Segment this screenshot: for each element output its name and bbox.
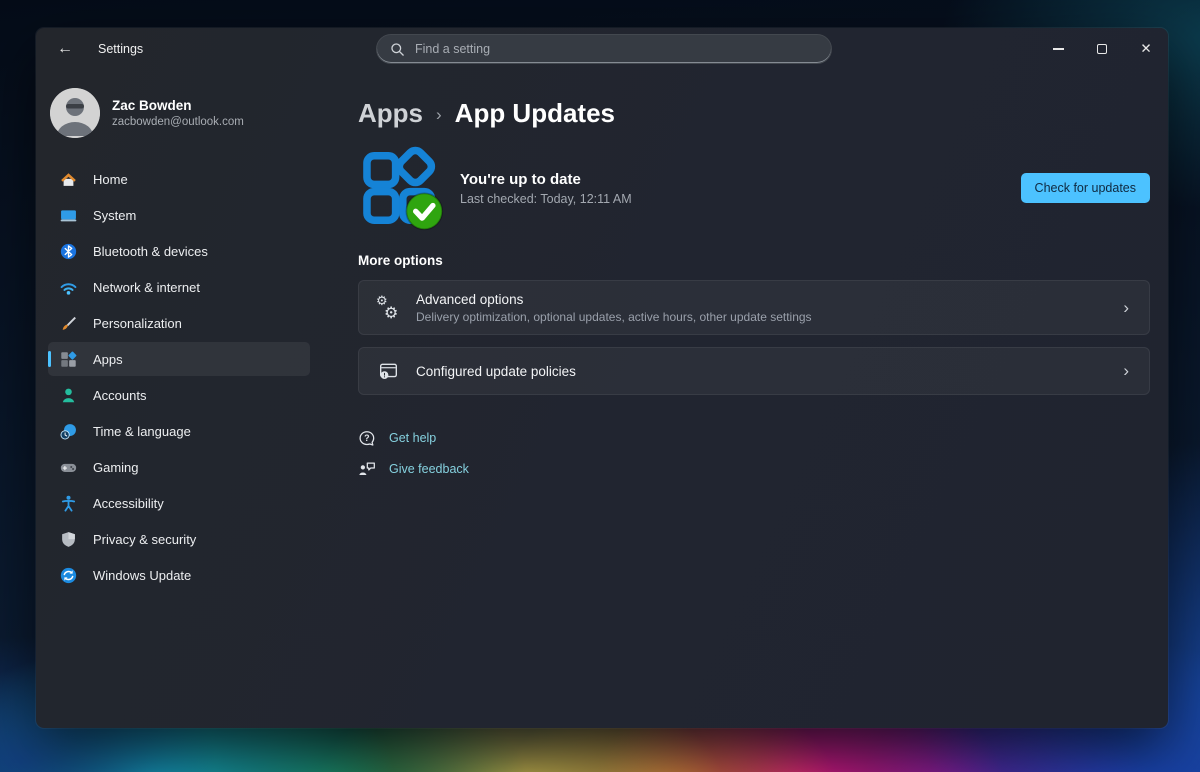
give-feedback-label: Give feedback — [389, 462, 469, 476]
get-help-label: Get help — [389, 431, 437, 445]
selected-accent-bar — [48, 351, 51, 367]
row-title: Configured update policies — [416, 363, 576, 379]
wifi-icon — [60, 282, 77, 295]
sidebar: Zac Bowden zacbowden@outlook.com Home Sy… — [36, 70, 322, 728]
sidebar-item-label: Accounts — [93, 387, 147, 403]
chevron-right-icon: › — [1123, 361, 1129, 380]
minimize-button[interactable] — [1036, 28, 1080, 70]
system-icon — [60, 209, 77, 221]
back-icon: ← — [57, 40, 73, 57]
sidebar-item-accounts[interactable]: Accounts — [48, 378, 310, 412]
shield-icon — [62, 531, 75, 547]
person-icon — [62, 388, 75, 402]
profile-card[interactable]: Zac Bowden zacbowden@outlook.com — [36, 80, 322, 146]
breadcrumb-parent[interactable]: Apps — [358, 98, 423, 129]
profile-name: Zac Bowden — [112, 98, 192, 113]
breadcrumb: Apps › App Updates — [358, 98, 1150, 129]
minimize-icon — [1052, 48, 1064, 50]
search-input[interactable] — [405, 42, 831, 56]
sidebar-item-label: Time & language — [93, 423, 191, 439]
sidebar-item-label: Apps — [93, 351, 123, 367]
gamepad-icon — [60, 463, 77, 472]
sidebar-nav: Home System Bluetooth & devices Network … — [36, 162, 322, 592]
give-feedback-link[interactable]: Give feedback — [358, 460, 469, 478]
sidebar-item-label: System — [93, 207, 137, 223]
sidebar-item-label: Home — [93, 171, 128, 187]
check-for-updates-button[interactable]: Check for updates — [1020, 173, 1150, 203]
row-title: Advanced options — [416, 291, 524, 307]
get-help-link[interactable]: ? Get help — [358, 429, 436, 447]
sidebar-item-windows-update[interactable]: Windows Update — [48, 558, 310, 592]
sidebar-item-label: Network & internet — [93, 279, 200, 295]
sidebar-item-personalization[interactable]: Personalization — [48, 306, 310, 340]
settings-window: ← Settings ✕ — [36, 28, 1168, 728]
feedback-icon — [359, 462, 375, 476]
sidebar-item-privacy-security[interactable]: Privacy & security — [48, 522, 310, 556]
row-subtitle: Delivery optimization, optional updates,… — [416, 309, 812, 324]
sidebar-item-home[interactable]: Home — [48, 162, 310, 196]
get-help-icon: ? — [359, 431, 375, 446]
sidebar-item-label: Windows Update — [93, 567, 192, 583]
sidebar-item-gaming[interactable]: Gaming — [48, 450, 310, 484]
bluetooth-icon — [60, 243, 77, 259]
sidebar-item-apps[interactable]: Apps — [48, 342, 310, 376]
avatar — [50, 88, 100, 138]
close-button[interactable]: ✕ — [1124, 28, 1168, 70]
update-icon — [60, 567, 77, 583]
status-title: You're up to date — [460, 170, 581, 188]
paintbrush-icon — [62, 316, 76, 330]
sidebar-item-label: Accessibility — [93, 495, 164, 511]
more-options-heading: More options — [358, 253, 443, 268]
back-button[interactable]: ← — [48, 34, 82, 64]
clock-globe-icon — [60, 423, 76, 440]
chevron-right-icon: › — [1123, 297, 1129, 317]
update-status-section: You're up to date Last checked: Today, 1… — [358, 145, 1150, 231]
footer-links: ? Get help Give feedback — [358, 429, 1150, 478]
search-box[interactable] — [376, 34, 832, 64]
sidebar-item-system[interactable]: System — [48, 198, 310, 232]
main-content: Apps › App Updates You're up to date Las… — [322, 70, 1168, 728]
app-title: Settings — [98, 42, 144, 56]
maximize-icon — [1097, 44, 1107, 54]
svg-text:?: ? — [364, 433, 370, 443]
sidebar-item-label: Personalization — [93, 315, 182, 331]
apps-icon — [61, 351, 77, 367]
page-title: App Updates — [454, 98, 616, 128]
titlebar: ← Settings ✕ — [36, 28, 1168, 70]
home-icon — [61, 172, 76, 186]
breadcrumb-separator-icon: › — [436, 105, 442, 124]
sidebar-item-label: Bluetooth & devices — [93, 243, 208, 259]
window-controls: ✕ — [1036, 28, 1168, 70]
sidebar-item-label: Gaming — [93, 459, 139, 475]
gears-icon: ⚙ ⚙ — [376, 292, 399, 322]
sidebar-item-bluetooth-devices[interactable]: Bluetooth & devices — [48, 234, 310, 268]
advanced-options-row[interactable]: ⚙ ⚙ Advanced options Delivery optimizati… — [358, 280, 1150, 335]
sidebar-item-network-internet[interactable]: Network & internet — [48, 270, 310, 304]
update-policies-icon — [379, 363, 397, 380]
app-updates-status-icon — [363, 146, 444, 231]
sidebar-item-label: Privacy & security — [93, 531, 197, 547]
sidebar-item-accessibility[interactable]: Accessibility — [48, 486, 310, 520]
configured-update-policies-row[interactable]: Configured update policies › — [358, 347, 1150, 395]
accessibility-icon — [61, 495, 76, 512]
search-icon — [391, 42, 404, 56]
sidebar-item-time-language[interactable]: Time & language — [48, 414, 310, 448]
status-last-checked: Last checked: Today, 12:11 AM — [460, 191, 632, 206]
profile-email: zacbowden@outlook.com — [112, 116, 244, 128]
close-icon: ✕ — [1140, 41, 1152, 57]
maximize-button[interactable] — [1080, 28, 1124, 70]
